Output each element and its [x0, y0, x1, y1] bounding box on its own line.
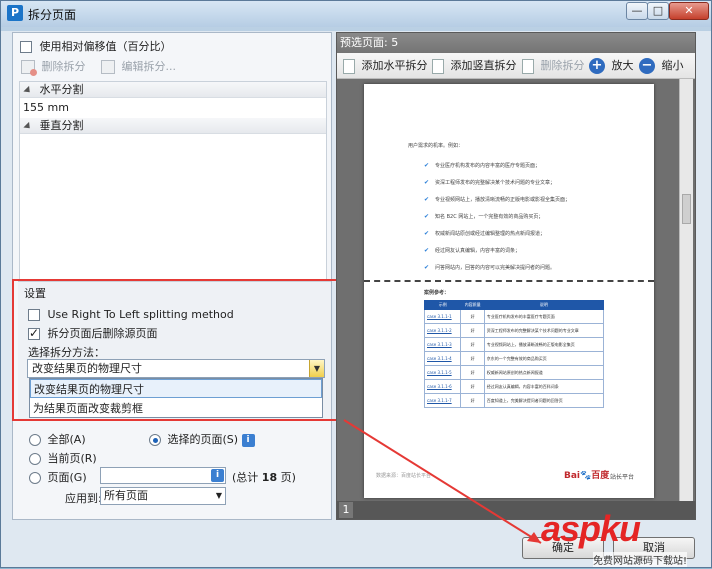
watermark: aspku 免费网站源码下载站!	[531, 508, 712, 569]
annotation-arrow	[343, 419, 542, 544]
watermark-logo: aspku	[541, 508, 641, 549]
watermark-tagline: 免费网站源码下载站!	[593, 552, 688, 567]
split-pages-dialog: P 拆分页面 — □ ✕ 使用相对偏移值（百分比） 删除拆分 编辑拆分... 水…	[0, 0, 712, 568]
